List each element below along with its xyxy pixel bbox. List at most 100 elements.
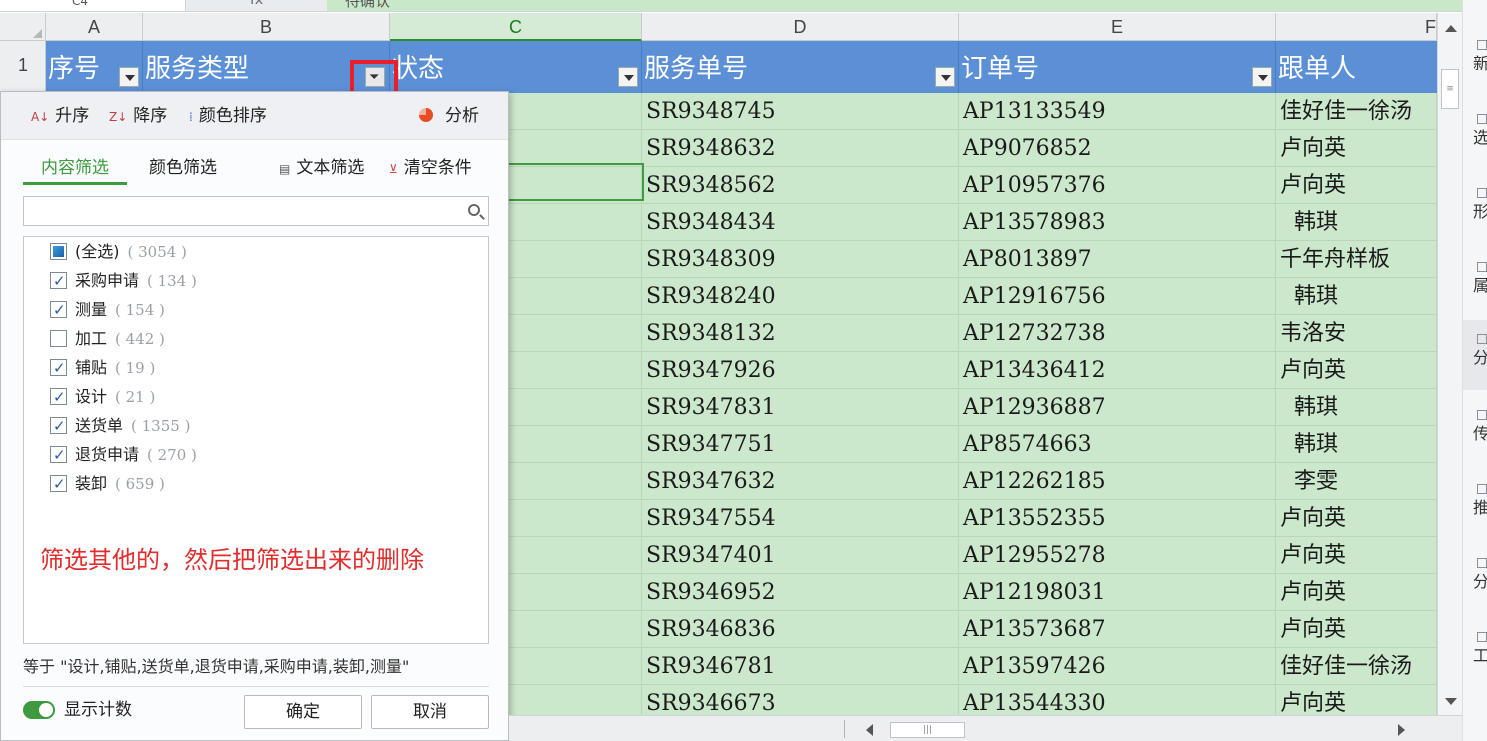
table-cell[interactable]: AP13573687 (959, 611, 1276, 648)
table-cell[interactable]: SR9347554 (642, 500, 959, 537)
filter-list-item[interactable]: 退货申请 ( 270 ) (50, 444, 197, 466)
side-item-shape[interactable]: 形 (1473, 188, 1487, 222)
row-header-1[interactable]: 1 (0, 55, 46, 76)
table-cell[interactable]: 李雯 (1276, 463, 1437, 500)
side-item-tools[interactable]: 工 (1473, 632, 1487, 666)
table-cell[interactable]: SR9346673 (642, 685, 959, 715)
sort-ascending-button[interactable]: A↓ 升序 (31, 104, 89, 129)
filter-search-input[interactable] (23, 196, 489, 226)
table-cell[interactable]: SR9348132 (642, 315, 959, 352)
select-all-corner[interactable] (0, 13, 46, 41)
cancel-button[interactable]: 取消 (371, 695, 489, 729)
column-header-e[interactable]: E (959, 13, 1276, 41)
table-cell[interactable]: AP13436412 (959, 352, 1276, 389)
filter-checkbox[interactable] (50, 444, 67, 466)
table-cell[interactable]: AP13133549 (959, 93, 1276, 130)
filter-list-item[interactable]: 装卸 ( 659 ) (50, 473, 165, 495)
table-cell[interactable]: SR9346781 (642, 648, 959, 685)
table-cell[interactable]: SR9348434 (642, 204, 959, 241)
horizontal-scrollbar[interactable]: ||| (509, 715, 1462, 741)
ok-button[interactable]: 确定 (244, 695, 362, 729)
table-cell[interactable]: SR9347401 (642, 537, 959, 574)
table-cell[interactable]: AP12955278 (959, 537, 1276, 574)
filter-list-item[interactable]: 测量 ( 154 ) (50, 299, 165, 321)
filter-checkbox[interactable] (50, 386, 67, 408)
scroll-up-icon[interactable] (1445, 25, 1457, 32)
table-cell[interactable]: AP12916756 (959, 278, 1276, 315)
table-cell[interactable]: AP10957376 (959, 167, 1276, 204)
filter-dropdown-button[interactable] (119, 67, 139, 87)
scroll-splitter[interactable] (844, 720, 845, 738)
table-cell[interactable]: SR9347751 (642, 426, 959, 463)
table-cell[interactable]: 韩琪 (1276, 389, 1437, 426)
table-cell[interactable]: SR9346952 (642, 574, 959, 611)
side-item-transfer[interactable]: 传 (1473, 410, 1487, 444)
column-header-a[interactable]: A (46, 13, 143, 41)
table-cell[interactable]: 卢向英 (1276, 574, 1437, 611)
table-cell[interactable]: SR9346836 (642, 611, 959, 648)
table-cell[interactable]: AP13578983 (959, 204, 1276, 241)
filter-dropdown-button[interactable] (618, 67, 638, 87)
table-cell[interactable]: 佳好佳一徐汤 (1276, 648, 1437, 685)
table-cell[interactable]: 卢向英 (1276, 130, 1437, 167)
column-header-d[interactable]: D (642, 13, 959, 41)
filter-checkbox[interactable] (50, 270, 67, 292)
table-cell[interactable]: SR9348309 (642, 241, 959, 278)
table-cell[interactable]: 卢向英 (1276, 167, 1437, 204)
header-cell-status[interactable]: 状态 (390, 41, 642, 93)
analysis-button[interactable]: 分析 (419, 104, 479, 128)
scroll-right-icon[interactable] (1398, 724, 1405, 736)
column-header-f[interactable]: F (1276, 13, 1437, 41)
filter-checkbox[interactable] (50, 330, 67, 347)
text-filter-button[interactable]: ▤ 文本筛选 (279, 156, 364, 181)
table-cell[interactable]: SR9348745 (642, 93, 959, 130)
scroll-down-icon[interactable] (1445, 698, 1457, 705)
scroll-left-icon[interactable] (866, 724, 873, 736)
side-item-select[interactable]: 选 (1473, 114, 1487, 148)
table-cell[interactable]: 卢向英 (1276, 352, 1437, 389)
table-cell[interactable]: SR9348240 (642, 278, 959, 315)
filter-checkbox[interactable] (50, 473, 67, 495)
table-cell[interactable]: 千年舟样板 (1276, 241, 1437, 278)
side-item-new[interactable]: 新 (1473, 40, 1487, 74)
header-cell-service-no[interactable]: 服务单号 (642, 41, 959, 93)
header-cell-index[interactable]: 序号 (46, 41, 143, 93)
fx-icon[interactable]: fx (250, 0, 263, 8)
table-cell[interactable]: SR9347926 (642, 352, 959, 389)
filter-dropdown-button[interactable] (1252, 67, 1272, 87)
table-cell[interactable]: SR9348562 (642, 167, 959, 204)
table-cell[interactable]: 卢向英 (1276, 500, 1437, 537)
side-item-properties[interactable]: 属 (1473, 262, 1487, 296)
filter-list-item[interactable]: 送货单 ( 1355 ) (50, 415, 190, 437)
tab-color-filter[interactable]: 颜色筛选 (149, 156, 217, 180)
table-cell[interactable]: 韩琪 (1276, 204, 1437, 241)
filter-checkbox[interactable] (50, 299, 67, 321)
table-cell[interactable]: 韩琪 (1276, 278, 1437, 315)
tab-content-filter[interactable]: 内容筛选 (23, 156, 127, 185)
table-cell[interactable]: 韦洛安 (1276, 315, 1437, 352)
table-cell[interactable]: 卢向英 (1276, 685, 1437, 715)
table-cell[interactable]: 卢向英 (1276, 537, 1437, 574)
clear-conditions-button[interactable]: ⊻ 清空条件 (389, 156, 472, 181)
column-header-c[interactable]: C (390, 13, 642, 41)
horizontal-scroll-thumb[interactable]: ||| (890, 722, 965, 738)
table-cell[interactable]: AP9076852 (959, 130, 1276, 167)
table-cell[interactable]: AP13597426 (959, 648, 1276, 685)
show-count-toggle[interactable] (23, 701, 55, 719)
filter-list-item[interactable]: 加工 ( 442 ) (50, 328, 165, 350)
table-cell[interactable]: AP12732738 (959, 315, 1276, 352)
color-sort-button[interactable]: ⁞ 颜色排序 (189, 104, 267, 129)
filter-checkbox[interactable] (50, 243, 67, 260)
table-cell[interactable]: SR9347632 (642, 463, 959, 500)
header-cell-order-no[interactable]: 订单号 (959, 41, 1276, 93)
search-icon[interactable] (468, 204, 480, 216)
table-cell[interactable]: AP8013897 (959, 241, 1276, 278)
table-cell[interactable]: 佳好佳一徐汤 (1276, 93, 1437, 130)
table-cell[interactable]: AP8574663 (959, 426, 1276, 463)
side-item-analysis[interactable]: 分 (1463, 320, 1487, 390)
filter-list-item[interactable]: 铺贴 ( 19 ) (50, 357, 155, 379)
filter-list-item[interactable]: 设计 ( 21 ) (50, 386, 155, 408)
table-cell[interactable]: AP13544330 (959, 685, 1276, 715)
vertical-scrollbar[interactable]: ≡ (1437, 13, 1462, 715)
sort-descending-button[interactable]: Z↓ 降序 (109, 104, 167, 129)
